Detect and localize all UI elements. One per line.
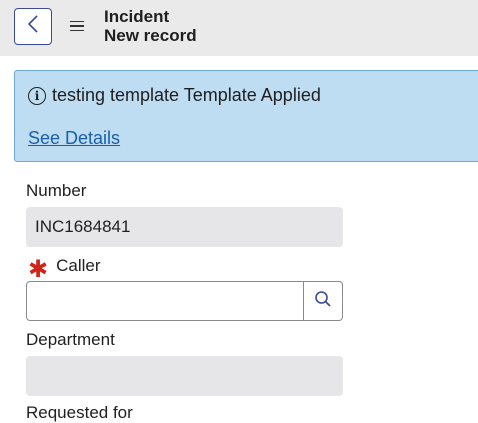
banner-message-row: i testing template Template Applied (28, 85, 321, 106)
info-icon: i (28, 86, 46, 105)
number-value: INC1684841 (35, 217, 131, 236)
record-status: New record (104, 26, 197, 45)
info-banner: i testing template Template Applied See … (14, 70, 478, 162)
back-button[interactable] (14, 8, 52, 45)
hamburger-menu-icon[interactable] (70, 17, 86, 35)
see-details-link[interactable]: See Details (28, 128, 120, 149)
record-table-name: Incident (104, 7, 170, 26)
caller-lookup-button[interactable] (303, 282, 342, 320)
banner-message: testing template Template Applied (52, 85, 321, 105)
caller-label-row: ✱ Caller (28, 255, 101, 283)
department-field (26, 356, 343, 396)
caller-input[interactable] (27, 282, 303, 320)
caller-label: Caller (56, 256, 101, 275)
required-icon: ✱ (28, 255, 49, 283)
department-label: Department (26, 330, 115, 349)
requested-for-label: Requested for (26, 403, 133, 422)
chevron-left-icon (27, 14, 39, 39)
search-icon (314, 290, 332, 313)
top-header: Incident New record (0, 0, 478, 56)
caller-field (26, 281, 343, 321)
record-title: Incident New record (104, 7, 197, 45)
number-label: Number (26, 181, 87, 200)
number-field: INC1684841 (26, 207, 343, 247)
